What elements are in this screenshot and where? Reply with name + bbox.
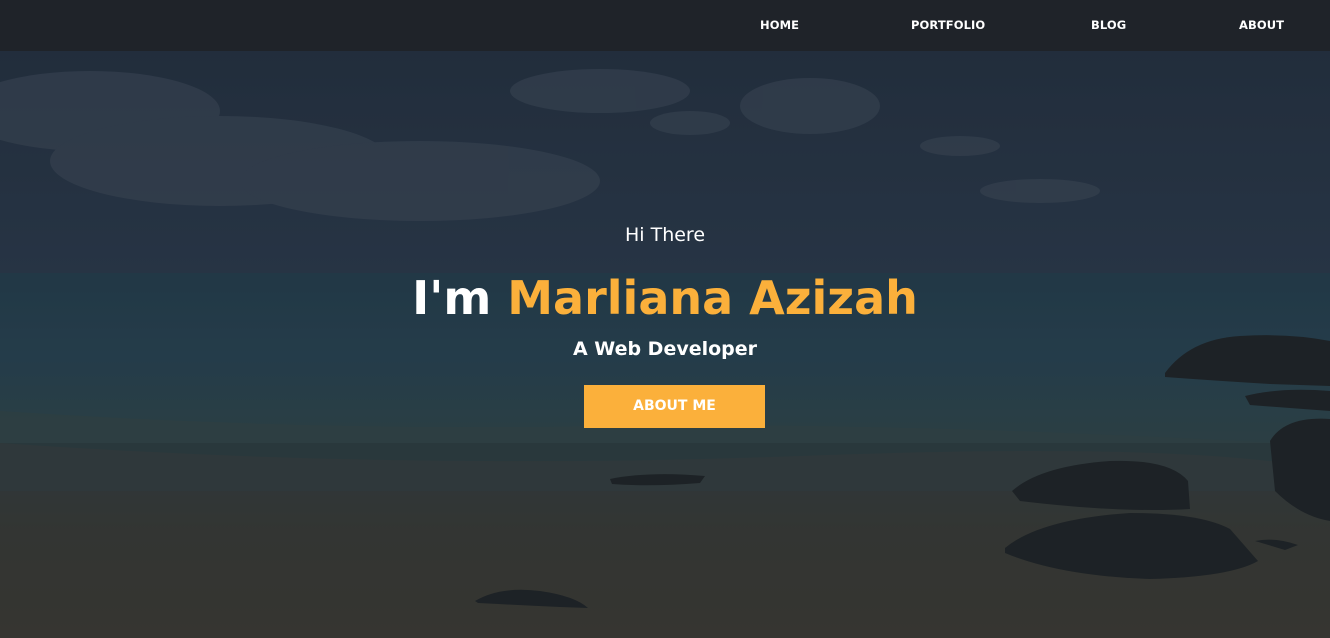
hero-greeting: Hi There (624, 224, 706, 246)
nav-home-link[interactable]: HOME (760, 18, 799, 32)
headline-prefix: I'm (412, 271, 492, 325)
page: HOME PORTFOLIO BLOG ABOUT Hi There I'm M… (0, 0, 1330, 638)
headline-name: Marliana Azizah (507, 271, 918, 325)
hero-headline: I'm Marliana Azizah (0, 268, 1330, 328)
navbar: HOME PORTFOLIO BLOG ABOUT (0, 0, 1330, 51)
nav-blog-link[interactable]: BLOG (1091, 18, 1126, 32)
nav-about-link[interactable]: ABOUT (1239, 18, 1284, 32)
hero-role: A Web Developer (572, 338, 758, 360)
about-me-button[interactable]: ABOUT ME (584, 385, 765, 428)
nav-portfolio-link[interactable]: PORTFOLIO (911, 18, 985, 32)
